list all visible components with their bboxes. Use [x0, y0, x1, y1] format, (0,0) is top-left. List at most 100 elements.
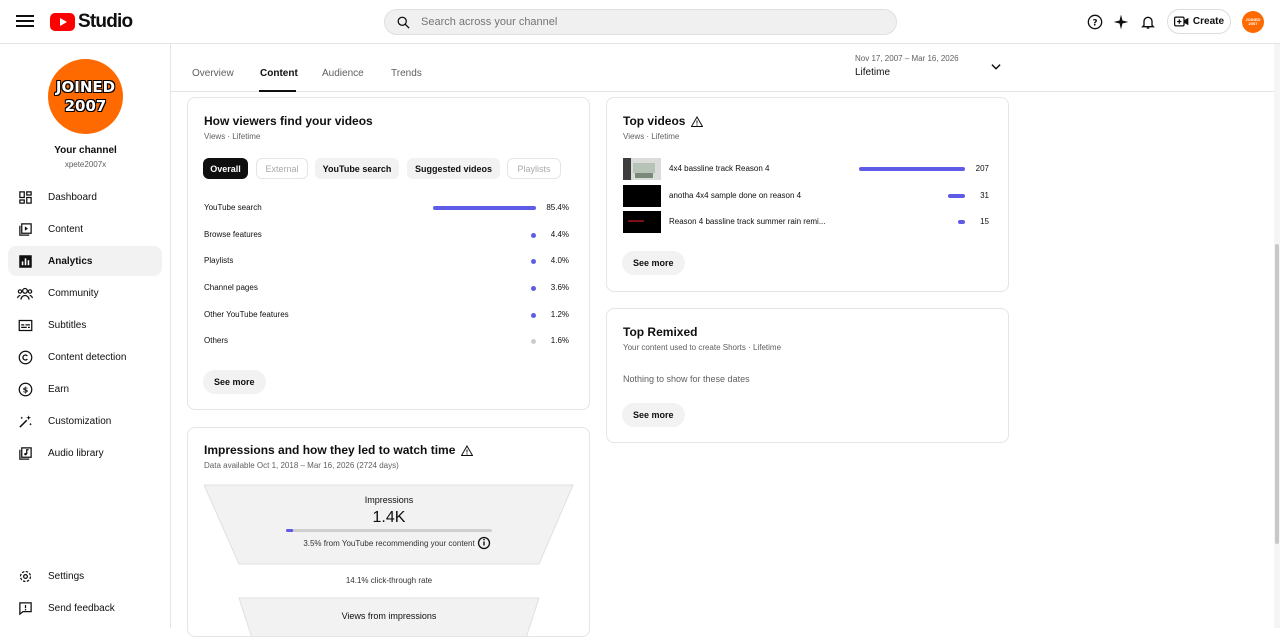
ctr-text: 14.1% click-through rate	[345, 576, 433, 585]
channel-avatar[interactable]: JOINED 2007	[48, 59, 123, 134]
sidebar-item-audio-library[interactable]: Audio library	[8, 438, 162, 468]
tab-overview[interactable]: Overview	[192, 68, 234, 79]
video-thumbnail[interactable]	[623, 185, 661, 207]
card-subtitle: Your content used to create Shorts · Lif…	[623, 343, 782, 352]
traffic-row: YouTube search 85.4%	[204, 203, 569, 212]
sidebar-item-customization[interactable]: Customization	[8, 406, 162, 436]
traffic-dot	[531, 286, 536, 291]
search-bar[interactable]	[384, 9, 897, 35]
sidebar-item-label: Dashboard	[48, 191, 97, 203]
search-icon[interactable]	[385, 15, 421, 30]
sidebar-item-earn[interactable]: $ Earn	[8, 374, 162, 404]
channel-handle: xpete2007x	[64, 160, 107, 169]
traffic-bar	[433, 206, 536, 210]
notifications-icon[interactable]	[1139, 13, 1157, 31]
top-video-row[interactable]: Reason 4 bassline track summer rain remi…	[623, 211, 993, 233]
sidebar-item-label: Send feedback	[48, 602, 115, 614]
youtube-logo-icon	[50, 13, 75, 31]
analytics-icon	[17, 253, 33, 269]
card-title: Top videos	[623, 114, 704, 128]
subtitles-icon	[17, 317, 33, 333]
menu-icon[interactable]	[16, 12, 34, 32]
search-input[interactable]	[421, 16, 861, 28]
card-subtitle: Views · Lifetime	[204, 132, 261, 141]
feedback-icon	[17, 600, 33, 616]
tab-trends[interactable]: Trends	[391, 68, 422, 79]
top-video-row[interactable]: 4x4 bassline track Reason 4 207	[623, 158, 993, 180]
date-range-label: Lifetime	[855, 67, 891, 78]
video-title[interactable]: Reason 4 bassline track summer rain remi…	[669, 217, 826, 226]
traffic-row: Channel pages 3.6%	[204, 283, 569, 292]
card-title: Impressions and how they led to watch ti…	[204, 443, 474, 457]
date-range-picker[interactable]: Nov 17, 2007 – Mar 16, 2026 Lifetime	[855, 54, 959, 78]
community-icon	[17, 285, 33, 301]
warning-icon[interactable]	[461, 444, 474, 456]
video-thumbnail[interactable]	[623, 211, 661, 233]
scrollbar-thumb[interactable]	[1275, 244, 1279, 544]
sidebar-item-community[interactable]: Community	[8, 278, 162, 308]
sidebar-item-content-detection[interactable]: Content detection	[8, 342, 162, 372]
sparkle-icon[interactable]	[1112, 13, 1130, 31]
chip-overall[interactable]: Overall	[203, 158, 248, 179]
card-subtitle: Views · Lifetime	[623, 132, 680, 141]
video-views: 15	[980, 217, 989, 226]
sidebar-item-label: Audio library	[48, 447, 104, 459]
views-from-impressions-label: Views from impressions	[341, 611, 437, 621]
card-title: Top Remixed	[623, 325, 698, 339]
sidebar-item-subtitles[interactable]: Subtitles	[8, 310, 162, 340]
traffic-row: Other YouTube features 1.2%	[204, 310, 569, 319]
see-more-button[interactable]: See more	[622, 251, 685, 275]
sidebar: JOINED 2007 Your channel xpete2007x Dashb…	[0, 44, 171, 628]
sidebar-item-label: Settings	[48, 570, 85, 582]
video-views: 207	[975, 164, 989, 173]
see-more-button[interactable]: See more	[622, 403, 685, 427]
sidebar-item-label: Earn	[48, 383, 70, 395]
top-bar: Studio ? Create JOINED 2007	[0, 0, 1280, 44]
traffic-dot	[531, 313, 536, 318]
see-more-button[interactable]: See more	[203, 370, 266, 394]
create-video-icon	[1173, 16, 1189, 27]
warning-icon[interactable]	[691, 115, 704, 127]
video-thumbnail[interactable]	[623, 158, 661, 180]
video-views: 31	[980, 191, 989, 200]
date-range-text: Nov 17, 2007 – Mar 16, 2026	[855, 54, 959, 63]
chevron-down-icon[interactable]	[989, 60, 1003, 79]
views-bar	[958, 220, 965, 224]
dashboard-icon	[17, 189, 33, 205]
traffic-row: Browse features 4.4%	[204, 230, 569, 239]
content-icon	[17, 221, 33, 237]
studio-logo[interactable]: Studio	[50, 10, 133, 34]
chip-external[interactable]: External	[256, 158, 308, 179]
page-scrollbar[interactable]	[1274, 44, 1280, 628]
dollar-icon: $	[17, 381, 33, 397]
chip-playlists[interactable]: Playlists	[507, 158, 561, 179]
tab-content[interactable]: Content	[260, 68, 298, 79]
sidebar-item-label: Content detection	[48, 351, 127, 363]
sidebar-item-settings[interactable]: Settings	[8, 561, 162, 591]
top-video-row[interactable]: anotha 4x4 sample done on reason 4 31	[623, 185, 993, 207]
traffic-dot	[531, 259, 536, 264]
video-title[interactable]: 4x4 bassline track Reason 4	[669, 164, 770, 173]
top-videos-card: Top videos Views · Lifetime 4x4 bassline…	[606, 97, 1009, 292]
tab-audience[interactable]: Audience	[322, 68, 364, 79]
sidebar-item-content[interactable]: Content	[8, 214, 162, 244]
traffic-row: Playlists 4.0%	[204, 256, 569, 265]
sidebar-item-send-feedback[interactable]: Send feedback	[8, 593, 162, 623]
svg-text:$: $	[22, 384, 28, 394]
card-subtitle: Data available Oct 1, 2018 – Mar 16, 202…	[204, 461, 399, 470]
sidebar-item-analytics[interactable]: Analytics	[8, 246, 162, 276]
sidebar-item-dashboard[interactable]: Dashboard	[8, 182, 162, 212]
account-avatar[interactable]: JOINED 2007	[1242, 11, 1264, 33]
create-label: Create	[1192, 16, 1225, 27]
magic-wand-icon	[17, 413, 33, 429]
create-button[interactable]: Create	[1167, 9, 1231, 34]
traffic-dot	[531, 233, 536, 238]
help-icon[interactable]: ?	[1086, 13, 1104, 31]
gear-icon	[17, 568, 33, 584]
chip-suggested-videos[interactable]: Suggested videos	[407, 158, 500, 179]
video-title[interactable]: anotha 4x4 sample done on reason 4	[669, 191, 801, 200]
chip-youtube-search[interactable]: YouTube search	[315, 158, 399, 179]
sidebar-item-label: Community	[48, 287, 99, 299]
analytics-tabs-bar: Overview Content Audience Trends Nov 17,…	[171, 44, 1274, 92]
impressions-funnel-card: Impressions and how they led to watch ti…	[187, 427, 590, 637]
